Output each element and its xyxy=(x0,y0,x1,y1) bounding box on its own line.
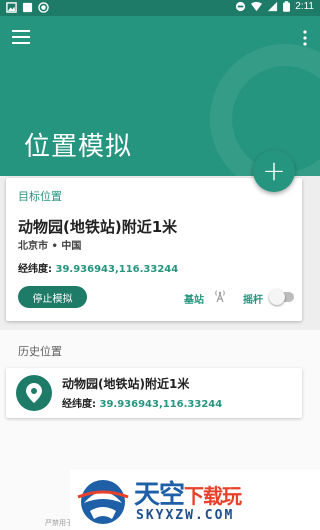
image-icon xyxy=(6,2,17,13)
joystick-toggle[interactable] xyxy=(269,289,294,305)
battery-icon xyxy=(283,1,291,12)
coord-value: 39.936943,116.33244 xyxy=(55,264,179,275)
stop-simulation-button[interactable]: 停止模拟 xyxy=(18,286,87,308)
watermark-banner: 天空下载玩 SKYXZW.COM xyxy=(70,470,320,530)
base-station-label[interactable]: 基站 xyxy=(184,291,204,306)
square-icon xyxy=(22,2,33,13)
record-icon xyxy=(38,2,49,13)
target-section-label: 目标位置 xyxy=(18,190,62,203)
toggle-knob xyxy=(269,289,285,305)
location-pin-icon xyxy=(16,375,52,411)
plus-icon: + xyxy=(262,154,286,187)
target-coordinates: 经纬度: 39.936943,116.33244 xyxy=(18,260,178,275)
watermark-url: SKYXZW.COM xyxy=(136,508,235,523)
wifi-icon xyxy=(251,1,263,12)
target-location-card: 目标位置 动物园(地铁站)附近1米 北京市 • 中国 经纬度: 39.93694… xyxy=(6,178,302,321)
status-time: 2:11 xyxy=(295,1,314,12)
add-location-button[interactable]: + xyxy=(253,150,295,192)
target-place-name: 动物园(地铁站)附近1米 xyxy=(18,218,178,236)
more-vert-icon[interactable] xyxy=(302,30,308,46)
coord-label: 经纬度: xyxy=(18,264,52,275)
history-item-coordinates: 经纬度: 39.936943,116.33244 xyxy=(62,395,222,410)
coord-value: 39.936943,116.33244 xyxy=(99,399,223,410)
watermark-brand-b: 下载玩 xyxy=(184,484,242,508)
footer-hint: 严禁用于 xyxy=(45,519,73,527)
globe-logo-icon xyxy=(77,480,129,524)
hamburger-menu-icon[interactable] xyxy=(12,30,30,44)
coord-label: 经纬度: xyxy=(62,399,96,410)
history-title: 历史位置 xyxy=(18,345,62,358)
watermark-title: 天空下载玩 xyxy=(134,474,242,511)
status-bar: 2:11 xyxy=(0,0,320,16)
watermark-brand-a: 天空 xyxy=(134,480,185,510)
history-item-name: 动物园(地铁站)附近1米 xyxy=(62,377,190,391)
antenna-icon[interactable] xyxy=(213,289,227,303)
dnd-icon xyxy=(236,1,246,12)
signal-icon xyxy=(268,1,278,12)
joystick-label: 摇杆 xyxy=(243,295,263,306)
target-region: 北京市 • 中国 xyxy=(18,241,82,252)
history-list-item[interactable]: 动物园(地铁站)附近1米 经纬度: 39.936943,116.33244 xyxy=(6,368,302,418)
page-title: 位置模拟 xyxy=(24,132,133,162)
